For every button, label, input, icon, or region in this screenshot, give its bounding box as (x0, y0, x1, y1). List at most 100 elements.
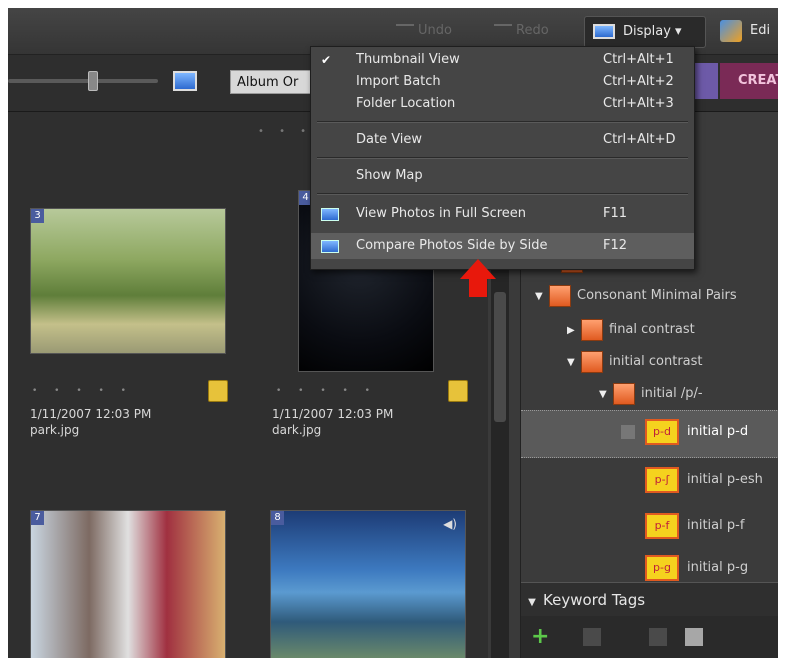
undo-label: Undo (418, 23, 452, 38)
menu-item-shortcut: Ctrl+Alt+D (603, 132, 676, 147)
checkmark-icon: ✔ (321, 53, 332, 67)
tag-person-icon (621, 424, 635, 439)
photo-number: 3 (31, 209, 44, 223)
keyword-label: initial p-d (687, 424, 749, 439)
photo-meta: 1/11/2007 12:03 PM dark.jpg (272, 406, 393, 438)
keyword-item-initial-p[interactable]: ▼ initial /p/- (599, 380, 703, 408)
tag-icon: p-g (645, 554, 679, 581)
menu-item-date-view[interactable]: Date View Ctrl+Alt+D (311, 129, 694, 151)
category-icon (581, 318, 603, 341)
edit-keyword-icon[interactable] (649, 628, 667, 646)
expand-arrow-icon[interactable]: ▼ (599, 381, 613, 409)
single-photo-view-icon[interactable] (173, 71, 197, 91)
menu-item-show-map[interactable]: Show Map (311, 165, 694, 187)
monitor-icon (321, 208, 339, 221)
menu-item-label: View Photos in Full Screen (356, 206, 527, 221)
photo-date: 1/11/2007 12:03 PM (30, 407, 152, 421)
redo-button[interactable]: Redo (494, 20, 549, 42)
menu-item-shortcut: Ctrl+Alt+2 (603, 74, 674, 89)
photo-number: 8 (271, 511, 284, 525)
expand-arrow-icon[interactable]: ▼ (567, 349, 581, 377)
menu-item-label: Compare Photos Side by Side (356, 238, 548, 253)
redo-label: Redo (516, 23, 549, 38)
keyword-label: initial /p/- (641, 386, 703, 401)
arrow-stem (469, 279, 487, 297)
keyword-label: Consonant Minimal Pairs (577, 288, 737, 303)
collapse-arrow-icon[interactable]: ▼ (521, 586, 543, 620)
audio-icon: ◀) (443, 517, 457, 531)
menu-item-shortcut: Ctrl+Alt+1 (603, 52, 674, 67)
photo-filename: dark.jpg (272, 423, 322, 437)
display-label: Display ▾ (623, 24, 682, 39)
menu-item-shortcut: F11 (603, 206, 628, 221)
keyword-label: initial p-esh (687, 472, 763, 487)
keyword-label: initial p-g (687, 560, 749, 575)
edit-pencil-icon (720, 20, 742, 42)
keyword-tag-icon[interactable] (448, 380, 468, 402)
keyword-label: final contrast (609, 322, 695, 337)
keyword-tags-header[interactable]: ▼ Keyword Tags (521, 582, 778, 617)
keyword-label: initial contrast (609, 354, 703, 369)
tab-create[interactable]: CREAT (720, 63, 778, 99)
menu-separator (317, 193, 688, 195)
photo-filename: park.jpg (30, 423, 80, 437)
menu-item-label: Folder Location (356, 96, 456, 111)
keyword-tag-p-d[interactable]: p-d initial p-d (621, 418, 748, 446)
photo-meta: 1/11/2007 12:03 PM park.jpg (30, 406, 151, 438)
display-menu: ✔ Thumbnail View Ctrl+Alt+1 Import Batch… (310, 46, 695, 270)
keyword-item-initial-contrast[interactable]: ▼ initial contrast (567, 348, 703, 376)
photo-date: 1/11/2007 12:03 PM (272, 407, 394, 421)
arrow-head (460, 259, 496, 279)
keyword-tag-p-esh[interactable]: p-ʃ initial p-esh (645, 466, 763, 494)
category-icon (613, 382, 635, 405)
star-rating[interactable]: • • • • • (32, 386, 133, 396)
category-icon (549, 284, 571, 307)
redo-icon (494, 23, 512, 38)
undo-button[interactable]: Undo (396, 20, 452, 42)
collapse-arrow-icon[interactable]: ▶ (567, 317, 581, 345)
menu-item-label: Import Batch (356, 74, 441, 89)
photo-thumbnail[interactable]: 7 (30, 510, 226, 658)
keyword-item-final-contrast[interactable]: ▶ final contrast (567, 316, 695, 344)
photo-thumbnail[interactable]: 8 ◀) (270, 510, 466, 658)
menu-item-full-screen[interactable]: View Photos in Full Screen F11 (311, 203, 694, 225)
photo-thumbnail[interactable]: 3 (30, 208, 226, 354)
tag-icon: p-ʃ (645, 466, 679, 493)
keyword-item-consonant[interactable]: ▼ Consonant Minimal Pairs (535, 282, 737, 310)
edit-label: Edi (750, 23, 771, 38)
keyword-tag-p-f[interactable]: p-f initial p-f (645, 512, 744, 540)
menu-item-label: Date View (356, 132, 423, 147)
undo-icon (396, 23, 414, 38)
scroll-thumb[interactable] (494, 292, 506, 422)
tag-icon: p-f (645, 512, 679, 539)
zoom-slider-track[interactable] (8, 79, 158, 83)
keyword-tags-title: Keyword Tags (543, 591, 646, 609)
menu-item-shortcut: F12 (603, 238, 628, 253)
tag-icon: p-d (645, 418, 679, 445)
photo-number: 7 (31, 511, 44, 525)
compare-icon (321, 240, 339, 253)
expand-arrow-icon[interactable]: ▼ (535, 283, 549, 311)
menu-item-folder-location[interactable]: Folder Location Ctrl+Alt+3 (311, 93, 694, 115)
menu-separator (317, 157, 688, 159)
monitor-icon (593, 24, 615, 39)
menu-separator (317, 121, 688, 123)
add-keyword-icon[interactable]: + (531, 626, 549, 648)
menu-item-compare-side-by-side[interactable]: Compare Photos Side by Side F12 (311, 233, 694, 259)
app-window: Undo Redo Display ▾ Edi Album Or CREAT •… (8, 8, 778, 658)
menu-item-thumbnail-view[interactable]: ✔ Thumbnail View Ctrl+Alt+1 (311, 49, 694, 71)
category-icon (581, 350, 603, 373)
display-button[interactable]: Display ▾ (584, 16, 706, 48)
keyword-tags-toolbar: + (521, 616, 778, 658)
menu-item-label: Thumbnail View (356, 52, 460, 67)
keyword-tag-p-g[interactable]: p-g initial p-g (645, 554, 748, 582)
keyword-tag-icon[interactable] (208, 380, 228, 402)
people-tag-icon[interactable] (685, 628, 703, 646)
edit-button[interactable]: Edi (716, 16, 778, 46)
delete-icon[interactable] (583, 628, 601, 646)
zoom-slider-thumb[interactable] (88, 71, 98, 91)
menu-item-import-batch[interactable]: Import Batch Ctrl+Alt+2 (311, 71, 694, 93)
menu-item-label: Show Map (356, 168, 423, 183)
rating-dots: • • • (258, 126, 313, 137)
star-rating[interactable]: • • • • • (276, 386, 377, 396)
